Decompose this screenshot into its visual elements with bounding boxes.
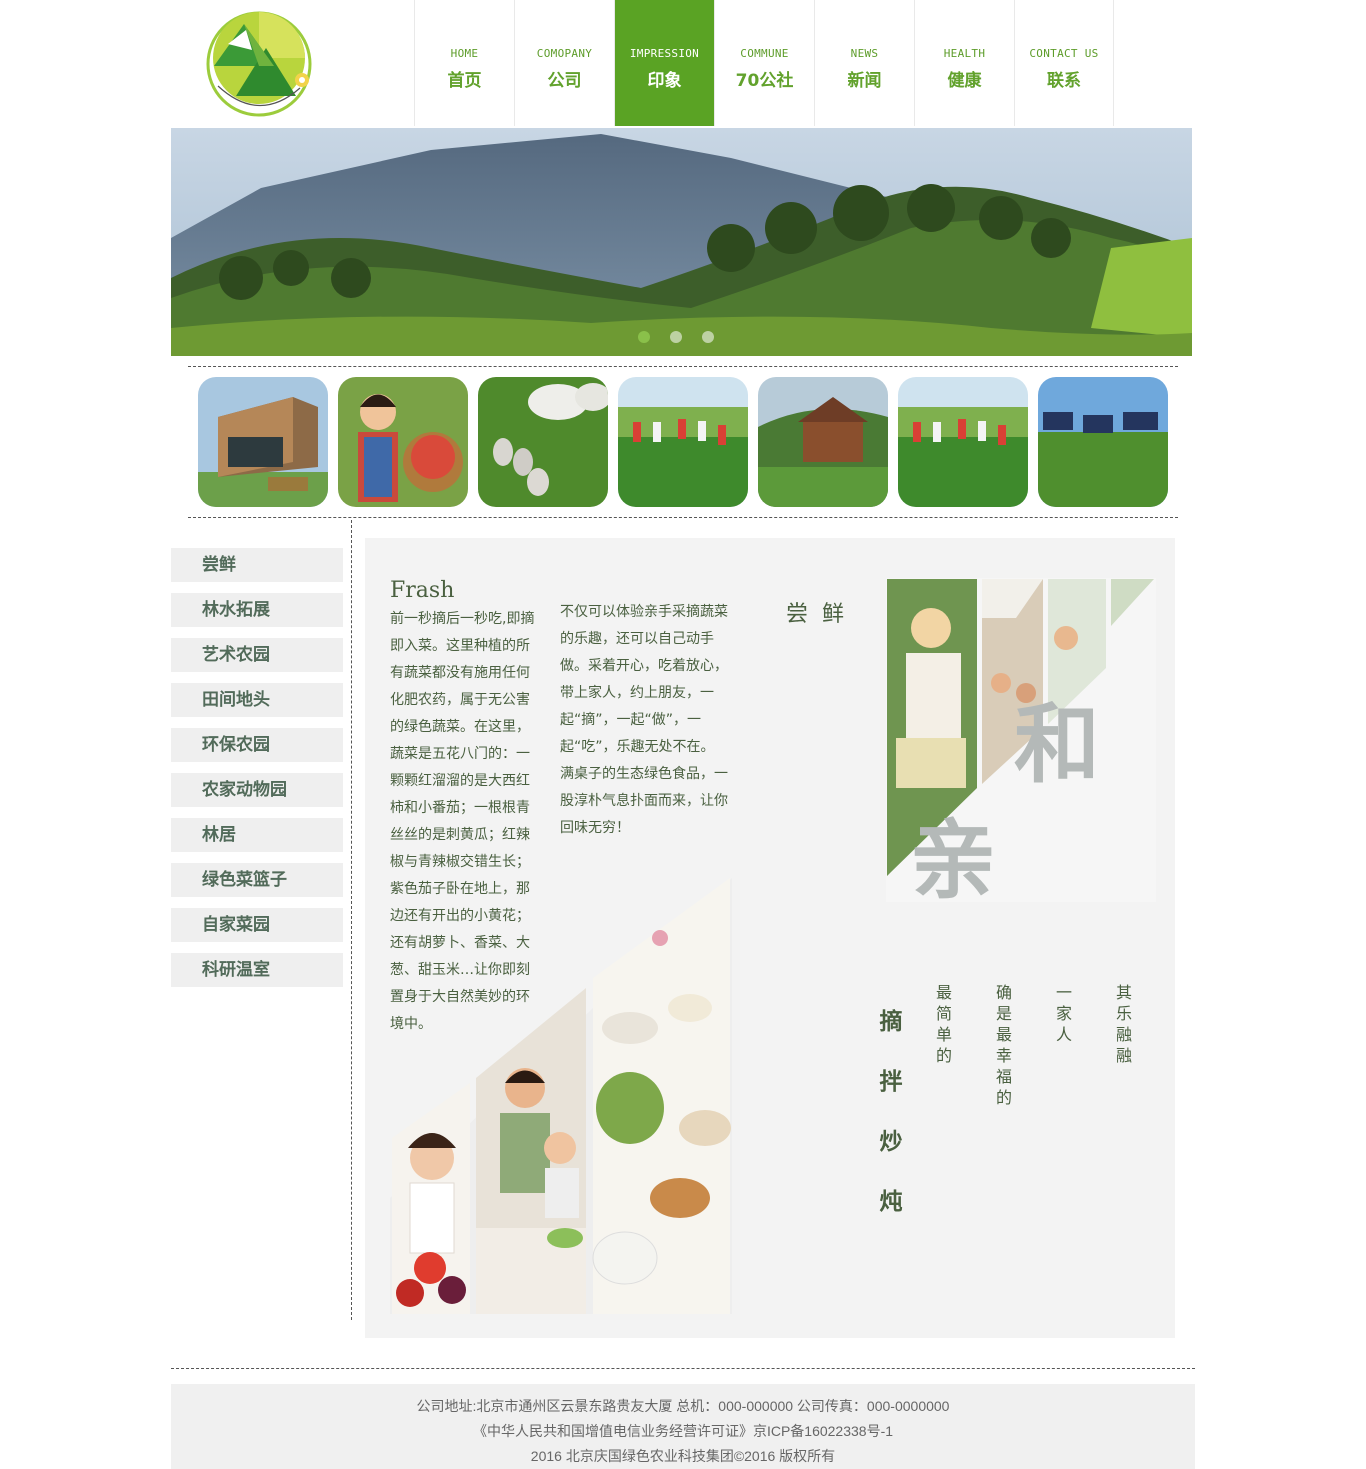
taste-heading: 尝鲜 [786, 602, 859, 627]
landscape-image [171, 128, 1192, 356]
nav-item-contact[interactable]: CONTACT US 联系 [1014, 0, 1114, 126]
thumbnail-farmers-1[interactable] [618, 377, 748, 507]
nav-label-zh: 新闻 [847, 71, 882, 91]
content-title: Frash [390, 578, 455, 603]
sidebar-item-own-garden[interactable]: 自家菜园 [171, 908, 349, 942]
nav-label-zh: 联系 [1047, 71, 1081, 91]
footer-license: 《中华人民共和国增值电信业务经营许可证》京ICP备16022338号-1 [472, 1423, 894, 1439]
overlay-char-he: 和 [1014, 694, 1100, 795]
hero-banner[interactable] [171, 128, 1192, 356]
thumbnail-strip [198, 377, 1168, 507]
vertical-text-4: 其乐融融 [1115, 983, 1132, 1065]
vertical-text-3: 一家人 [1055, 983, 1072, 1044]
sidebar-item-label: 艺术农园 [202, 645, 270, 665]
sidebar-item-eco-garden[interactable]: 环保农园 [171, 728, 349, 762]
sidebar-item-greenhouse[interactable]: 科研温室 [171, 953, 349, 987]
company-logo[interactable] [204, 6, 320, 122]
footer-copyright: 2016 北京庆国绿色农业科技集团©2016 版权所有 [530, 1448, 836, 1464]
sidebar-item-label: 田间地头 [202, 690, 270, 710]
thumbnail-building[interactable] [198, 377, 328, 507]
nav-item-impression[interactable]: IMPRESSION 印象 [614, 0, 714, 126]
sidebar-item-label: 农家动物园 [202, 780, 287, 800]
nav-item-company[interactable]: COMOPANY 公司 [514, 0, 614, 126]
nav-label-zh: 印象 [647, 71, 682, 91]
slide-dot-2[interactable] [670, 331, 682, 343]
vertical-text-2: 确是最幸福的 [995, 983, 1012, 1107]
animals-image [478, 377, 608, 507]
thumbnail-farmers-2[interactable] [898, 377, 1028, 507]
sidebar-item-label: 尝鲜 [202, 555, 236, 575]
slide-dot-1[interactable] [638, 331, 650, 343]
nav-label-zh: 首页 [447, 71, 482, 91]
slide-dot-3[interactable] [702, 331, 714, 343]
nav-label-en: HEALTH [943, 47, 986, 60]
nav-label-en: HOME [450, 47, 479, 60]
nav-label-zh: 公司 [547, 71, 582, 91]
sidebar-item-label: 科研温室 [202, 960, 270, 980]
divider-thumbs [188, 517, 1178, 518]
nav-label-en: COMOPANY [536, 47, 593, 60]
child-basket-image [338, 377, 468, 507]
footer: 公司地址:北京市通州区云景东路贵友大厦 总机：000-000000 公司传真：0… [171, 1384, 1195, 1469]
nav-label-en: IMPRESSION [629, 47, 700, 60]
content-paragraph-2: 不仅可以体验亲手采摘蔬菜的乐趣，还可以自己动手做。采着开心，吃着放心，带上家人，… [560, 604, 728, 836]
logo-icon [206, 11, 312, 117]
thumbnail-animals[interactable] [478, 377, 608, 507]
banner-dots [638, 331, 714, 343]
sidebar-item-farm-zoo[interactable]: 农家动物园 [171, 773, 349, 807]
thumbnail-solar[interactable] [1038, 377, 1168, 507]
sidebar-item-label: 环保农园 [202, 735, 270, 755]
footer-address: 公司地址:北京市通州区云景东路贵友大厦 总机：000-000000 公司传真：0… [416, 1398, 950, 1414]
divider-top [188, 366, 1178, 367]
main-nav: HOME 首页 COMOPANY 公司 IMPRESSION 印象 COMMUNE 70… [414, 0, 1116, 126]
sidebar-item-green-basket[interactable]: 绿色菜篮子 [171, 863, 349, 897]
nav-label-zh: 70公社 [735, 71, 794, 91]
sidebar-item-label: 自家菜园 [202, 915, 270, 935]
sidebar-item-label: 林水拓展 [202, 600, 270, 620]
cooking-methods-vertical: 摘拌炒炖 [879, 1008, 903, 1215]
nav-item-health[interactable]: HEALTH 健康 [914, 0, 1014, 126]
thumbnail-child[interactable] [338, 377, 468, 507]
sidebar-item-label: 绿色菜篮子 [202, 870, 287, 890]
sidebar-item-forest-water[interactable]: 林水拓展 [171, 593, 349, 627]
farm-field-image [618, 377, 748, 507]
farm-field-image [898, 377, 1028, 507]
divider-vertical [351, 520, 352, 1320]
sidebar-item-art-garden[interactable]: 艺术农园 [171, 638, 349, 672]
thumbnail-cabin[interactable] [758, 377, 888, 507]
family-dining-collage: 和 亲 [886, 578, 1156, 911]
sidebar-item-fields[interactable]: 田间地头 [171, 683, 349, 717]
nav-item-commune[interactable]: COMMUNE 70公社 [714, 0, 814, 126]
vertical-text-1: 最简单的 [935, 983, 952, 1065]
nav-label-zh: 健康 [947, 71, 982, 91]
nav-label-en: CONTACT US [1029, 47, 1099, 60]
overlay-char-qin: 亲 [910, 810, 996, 902]
divider-footer [171, 1368, 1195, 1369]
collage-image [390, 878, 732, 1314]
sidebar: 尝鲜 林水拓展 艺术农园 田间地头 环保农园 农家动物园 林居 绿色菜篮子 自家… [171, 548, 349, 998]
nav-item-news[interactable]: NEWS 新闻 [814, 0, 914, 126]
sidebar-item-label: 林居 [202, 825, 236, 845]
sidebar-item-forest-home[interactable]: 林居 [171, 818, 349, 852]
nav-item-home[interactable]: HOME 首页 [414, 0, 514, 126]
page: HOME 首页 COMOPANY 公司 IMPRESSION 印象 COMMUNE 70… [0, 0, 1366, 1469]
sidebar-item-taste[interactable]: 尝鲜 [171, 548, 349, 582]
building-image [198, 377, 328, 507]
cabin-image [758, 377, 888, 507]
collage-image: 和 亲 [886, 578, 1156, 911]
solar-field-image [1038, 377, 1168, 507]
nav-label-en: NEWS [850, 47, 879, 60]
family-food-collage [390, 878, 732, 1314]
nav-label-en: COMMUNE [740, 47, 789, 60]
